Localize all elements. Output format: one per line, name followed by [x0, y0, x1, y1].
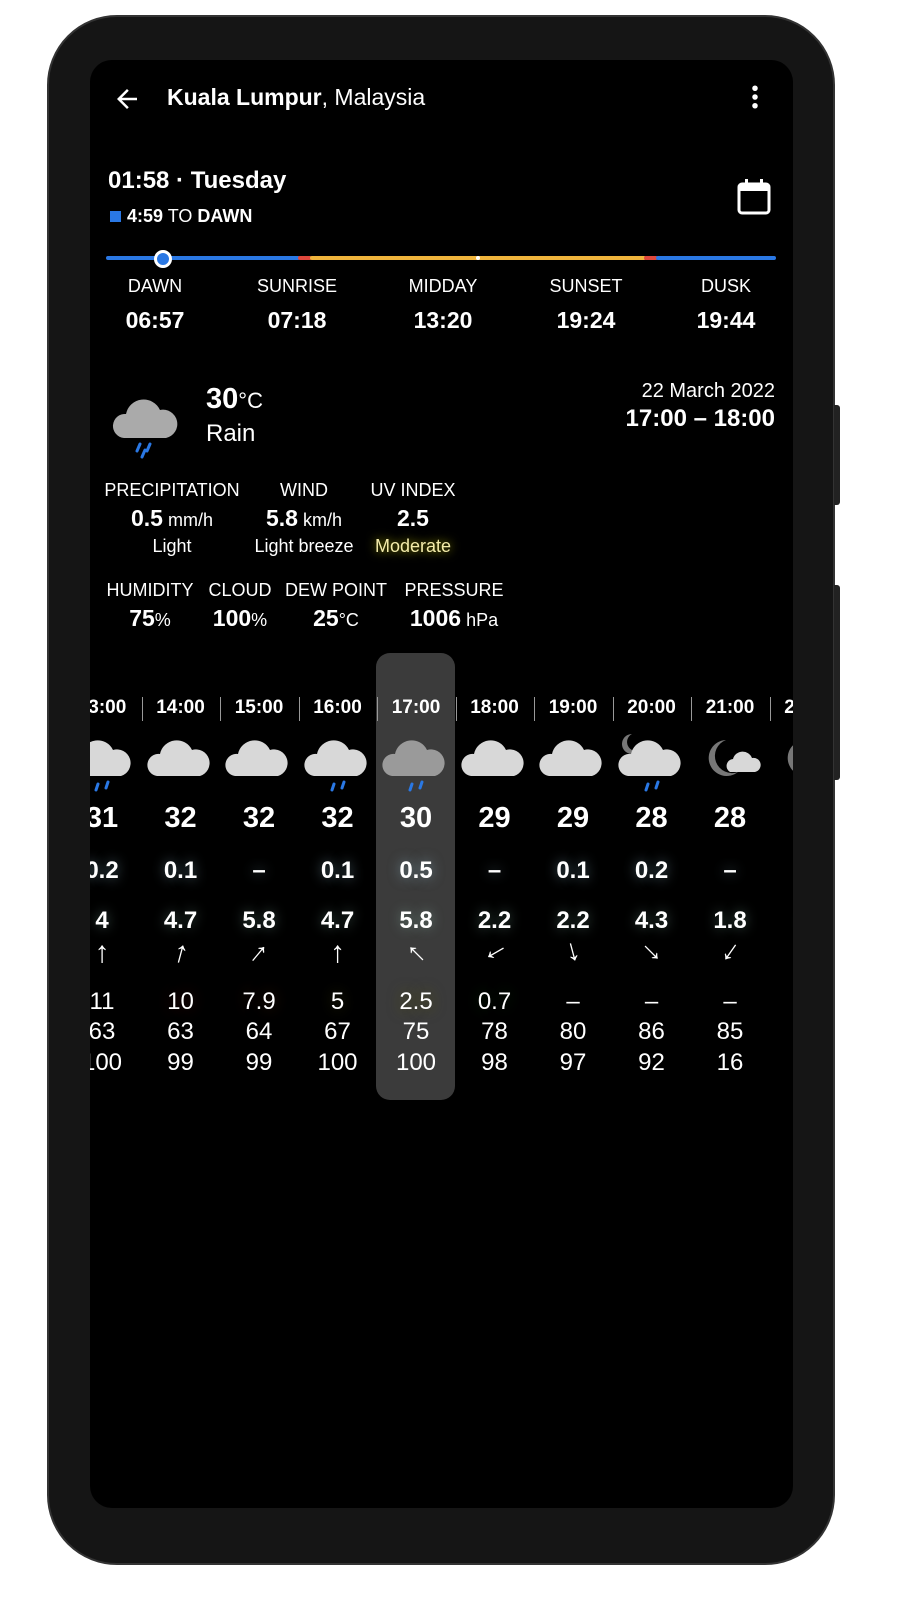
wind-direction-arrow-icon: ↑ — [330, 936, 345, 969]
hour-column-1400[interactable]: 14:00 32 0.1 4.7 ↑ 10 63 99 — [141, 60, 220, 1508]
hour-uv: 11 — [90, 988, 115, 1015]
hour-cloud: 99 — [245, 1049, 273, 1076]
hour-precip: – — [252, 857, 266, 884]
hour-column-1900[interactable]: 19:00 29 0.1 2.2 ↑ – 80 97 — [534, 60, 612, 1508]
hour-humidity: 67 — [324, 1018, 351, 1045]
hour-time: 20:00 — [627, 697, 676, 718]
hour-wind: 4.7 — [163, 907, 198, 934]
hour-precip: 0.2 — [634, 857, 669, 884]
volume-button — [834, 405, 840, 505]
hour-uv: 5 — [330, 988, 345, 1015]
cloud-rain-icon — [90, 732, 138, 792]
hour-wind: 4 — [95, 907, 109, 934]
cloud-icon — [146, 732, 217, 792]
hour-wind: 4 — [770, 907, 794, 935]
hour-time: 22:00 — [784, 697, 793, 718]
hour-cloud: 99 — [167, 1049, 194, 1076]
hour-humidity: 78 — [481, 1018, 508, 1045]
hour-temp: 28 — [635, 802, 668, 834]
hour-precip: – — [723, 857, 737, 884]
hour-uv: 2.5 — [399, 988, 433, 1015]
cloud-rain-icon — [303, 732, 374, 792]
hour-temp: 32 — [242, 802, 276, 834]
wind-direction-arrow-icon: ↑ — [714, 935, 746, 972]
screen: Kuala Lumpur, Malaysia 01:58 · Tuesday 4… — [90, 60, 793, 1508]
cloud-icon — [539, 732, 609, 792]
hour-humidity: 75 — [402, 1018, 430, 1045]
moon-cloud-icon — [696, 732, 766, 792]
hour-column-1600[interactable]: 16:00 32 0.1 4.7 ↑ 5 67 100 — [298, 60, 377, 1508]
hour-temp: 32 — [164, 802, 197, 834]
hour-time: 14:00 — [156, 697, 205, 718]
hour-precip: 0.1 — [320, 857, 355, 884]
hour-uv: 0.7 — [477, 988, 512, 1015]
moon-cloud-rain-icon — [617, 732, 688, 792]
hour-time: 15:00 — [234, 697, 284, 718]
hour-uv: 10 — [167, 988, 194, 1015]
hour-humidity: 63 — [90, 1018, 116, 1045]
hour-precip: 0.5 — [399, 857, 433, 884]
hour-uv: – — [723, 988, 737, 1015]
hour-uv: – — [644, 988, 659, 1015]
hour-temp: 2 — [770, 802, 794, 835]
hour-column-2100[interactable]: 21:00 28 – 1.8 ↑ – 85 16 — [691, 60, 769, 1508]
hour-temp: 30 — [399, 802, 433, 834]
hour-temp: 29 — [478, 802, 511, 834]
wind-direction-arrow-icon: ↑ — [561, 935, 585, 972]
power-button — [834, 585, 840, 780]
wind-direction-arrow-icon: ↑ — [242, 935, 276, 971]
hour-time: 16:00 — [313, 697, 362, 718]
hour-cloud: 100 — [317, 1049, 358, 1076]
hour-precip: 0.1 — [556, 857, 590, 884]
hour-humidity: 86 — [638, 1018, 665, 1045]
wind-direction-arrow-icon: ↑ — [634, 936, 669, 971]
hour-humidity: 63 — [167, 1018, 194, 1045]
cloud-icon — [225, 732, 295, 792]
hour-wind: 2.2 — [477, 907, 512, 934]
hour-cloud: 100 — [395, 1049, 437, 1076]
hour-column-1800[interactable]: 18:00 29 – 2.2 ↑ 0.7 78 98 — [455, 60, 534, 1508]
hour-time: 18:00 — [470, 697, 519, 718]
hour-wind: 4.7 — [320, 907, 355, 934]
wind-direction-arrow-icon: ↑ — [476, 938, 513, 968]
hour-column-2200[interactable]: 22:0024↑ — [769, 60, 794, 1508]
hour-column-1700[interactable]: 17:00 30 0.5 5.8 ↑ 2.5 75 100 — [377, 60, 455, 1508]
hour-time: 13:00 — [90, 697, 127, 718]
wind-direction-arrow-icon: ↑ — [94, 936, 110, 969]
hour-cloud: 98 — [481, 1049, 508, 1076]
moon-cloud-icon — [775, 732, 793, 792]
hour-humidity: 64 — [245, 1018, 273, 1045]
hour-humidity: 85 — [716, 1018, 744, 1045]
hour-precip: 0.1 — [163, 857, 198, 884]
hour-temp: 28 — [713, 802, 747, 834]
hour-time: 19:00 — [548, 697, 598, 718]
hour-column-2000[interactable]: 20:00 28 0.2 4.3 ↑ –86 92 — [612, 60, 691, 1508]
hour-wind: 1.8 — [713, 907, 747, 934]
cloud-icon — [460, 732, 531, 792]
hour-precip: 0.2 — [90, 857, 119, 884]
hour-uv: – — [566, 988, 580, 1015]
hour-column-1300[interactable]: 13:00 31 0.2 4↑ 11 63 100 — [90, 60, 141, 1508]
hour-cloud: 97 — [559, 1049, 587, 1076]
hour-humidity: 80 — [559, 1018, 587, 1045]
hour-time: 17:00 — [391, 697, 441, 718]
wind-direction-arrow-icon: ↑ — [398, 935, 433, 970]
hour-column-1500[interactable]: 15:00 32–5.8 ↑ 7.9 64 99 — [220, 60, 298, 1508]
hour-temp: 29 — [556, 802, 590, 834]
hour-cloud: 92 — [638, 1049, 665, 1076]
hour-cloud: 100 — [90, 1049, 123, 1076]
hour-wind: 2.2 — [556, 907, 590, 934]
hour-temp: 31 — [90, 802, 119, 834]
cloud-rain-icon — [382, 732, 452, 792]
hour-uv: 7.9 — [242, 988, 276, 1015]
wind-direction-arrow-icon: ↑ — [169, 934, 193, 971]
hour-cloud: 16 — [716, 1049, 744, 1076]
hour-temp: 32 — [321, 802, 354, 834]
hour-precip: – — [487, 857, 502, 884]
hour-time: 21:00 — [705, 697, 755, 718]
